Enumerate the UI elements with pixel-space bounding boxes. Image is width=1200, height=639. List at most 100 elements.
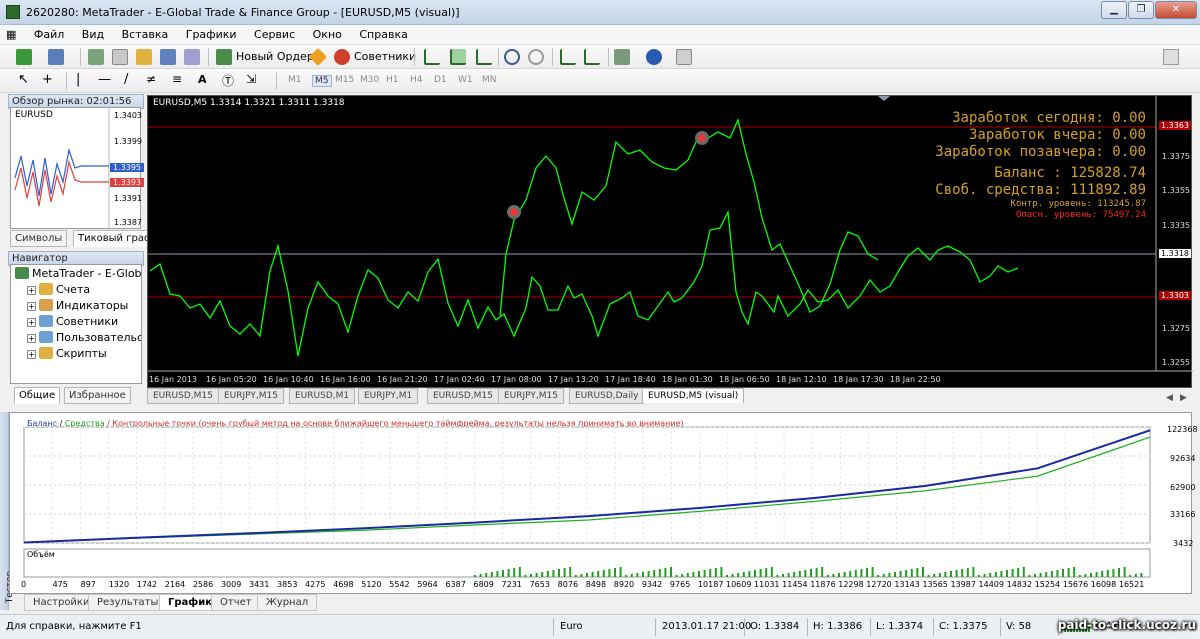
candle-chart-icon[interactable]	[450, 49, 466, 65]
volume-bar	[502, 570, 504, 577]
menu-help[interactable]: Справка	[352, 25, 414, 44]
volume-bar	[894, 572, 896, 577]
time-tick: 16 Jan 21:20	[377, 375, 428, 384]
tabs-scroll-left-icon[interactable]: ◀	[1166, 393, 1173, 403]
tab-tick-chart[interactable]: Тиковый граф	[73, 230, 158, 247]
tf-h4[interactable]: H4	[410, 75, 423, 85]
fibonacci-icon[interactable]: ≡	[172, 72, 182, 86]
zoom-out-icon[interactable]	[528, 49, 544, 65]
horizontal-line-icon[interactable]: —	[98, 72, 111, 87]
volume-bar	[754, 570, 756, 577]
tab-report[interactable]: Отчет	[211, 594, 261, 611]
toolbar-options-icon[interactable]	[1163, 49, 1179, 65]
volume-bar	[625, 575, 628, 577]
bar-chart-icon[interactable]	[424, 49, 440, 65]
chart-tab[interactable]: EURJPY,M15	[218, 388, 284, 404]
new-chart-icon[interactable]	[16, 49, 32, 65]
tick-price-bid: 1.3395	[110, 163, 144, 172]
tf-w1[interactable]: W1	[458, 75, 473, 85]
menu-insert[interactable]: Вставка	[115, 25, 176, 44]
tester-graph-svg	[23, 426, 1151, 578]
chart-tab[interactable]: EURUSD,M15	[427, 388, 499, 404]
chart-tab[interactable]: EURUSD,M5 (visual)	[642, 388, 745, 403]
tab-common[interactable]: Общие	[14, 387, 61, 404]
text-label-icon[interactable]: Ⓣ	[222, 72, 234, 89]
volume-bar	[726, 575, 728, 577]
tf-mn[interactable]: MN	[482, 75, 497, 85]
tester-x-tick: 16098	[1090, 580, 1117, 589]
tabs-scroll-right-icon[interactable]: ▶	[1180, 393, 1187, 403]
templates-icon[interactable]	[676, 49, 692, 65]
chart-tab[interactable]: EURUSD,M15	[147, 388, 219, 404]
tf-d1[interactable]: D1	[434, 75, 447, 85]
tab-symbols[interactable]: Символы	[10, 230, 68, 247]
tester-side-bar[interactable]: Тестер	[0, 412, 15, 610]
advisors-button[interactable]: Советники	[354, 50, 416, 63]
navigator-accounts[interactable]: + Счета	[27, 283, 90, 296]
menu-charts[interactable]: Графики	[179, 25, 244, 44]
arrow-icon[interactable]: ⇲	[246, 72, 256, 86]
price-tick-6: 1.3255	[1162, 358, 1190, 367]
zoom-in-icon[interactable]	[504, 49, 520, 65]
tab-results[interactable]: Результаты	[88, 594, 168, 611]
navigator-custom[interactable]: +Пользовательские	[27, 331, 141, 344]
new-order-icon[interactable]	[216, 49, 232, 65]
window-title: 2620280: MetaTrader - E-Global Trade & F…	[26, 6, 460, 19]
tf-m30[interactable]: M30	[360, 75, 379, 85]
profiles-icon[interactable]	[48, 49, 64, 65]
chart-tab[interactable]: EURJPY,M1	[358, 388, 419, 404]
volume-bar	[899, 571, 902, 577]
chart-tab[interactable]: EURUSD,Daily	[569, 388, 645, 404]
chart-tab[interactable]: EURUSD,M1	[289, 388, 356, 404]
tester-x-tick: 6387	[445, 580, 466, 589]
terminal-icon[interactable]	[160, 49, 176, 65]
volume-bar	[938, 573, 941, 577]
auto-scroll-icon[interactable]	[560, 49, 576, 65]
indicators-icon[interactable]	[614, 49, 630, 65]
vertical-line-icon[interactable]: |	[76, 72, 80, 87]
crosshair-icon[interactable]: +	[42, 72, 53, 87]
volume-bar	[636, 573, 639, 577]
market-watch-icon[interactable]	[88, 49, 104, 65]
trend-line-icon[interactable]: /	[124, 72, 128, 87]
minimize-button[interactable]: ▁	[1101, 1, 1127, 19]
volume-bar	[670, 567, 672, 577]
cursor-icon[interactable]: ↖	[18, 72, 29, 87]
time-tick: 18 Jan 01:30	[662, 375, 713, 384]
tf-m5[interactable]: M5	[312, 75, 332, 87]
navigator-root[interactable]: MetaTrader - E-Global T	[15, 267, 141, 280]
menu-tools[interactable]: Сервис	[247, 25, 302, 44]
tab-journal[interactable]: Журнал	[257, 594, 318, 611]
time-tick: 18 Jan 12:10	[776, 375, 827, 384]
new-order-button[interactable]: Новый Ордер	[236, 50, 314, 63]
navigator-icon[interactable]	[136, 49, 152, 65]
chart-tab[interactable]: EURJPY,M15	[498, 388, 564, 404]
tf-h1[interactable]: H1	[386, 75, 399, 85]
volume-bar	[591, 572, 594, 577]
channel-icon[interactable]: ≠	[146, 72, 156, 86]
chart-shift-icon[interactable]	[584, 49, 600, 65]
maximize-button[interactable]: ❐	[1128, 1, 1154, 19]
tester-icon[interactable]	[184, 49, 200, 65]
price-chart[interactable]: EURUSD,M5 1.3314 1.3321 1.3311 1.3318 За…	[147, 95, 1193, 388]
tf-m15[interactable]: M15	[335, 75, 354, 85]
advisors-icon[interactable]	[334, 49, 350, 65]
navigator-scripts[interactable]: + Скрипты	[27, 347, 107, 360]
title-bar[interactable]: 2620280: MetaTrader - E-Global Trade & F…	[0, 0, 1200, 25]
tab-favorites[interactable]: Избранное	[64, 387, 131, 404]
line-chart-icon[interactable]	[476, 49, 492, 65]
menu-window[interactable]: Окно	[306, 25, 349, 44]
navigator-indicators[interactable]: + Индикаторы	[27, 299, 128, 312]
volume-bar	[922, 567, 924, 577]
app-icon	[6, 5, 20, 19]
volume-bar	[810, 569, 812, 577]
menu-view[interactable]: Вид	[75, 25, 111, 44]
tf-m1[interactable]: M1	[288, 75, 302, 85]
text-icon[interactable]: A	[198, 73, 207, 86]
tester-x-tick: 5542	[389, 580, 410, 589]
close-button[interactable]: ✕	[1155, 1, 1197, 19]
navigator-advisors[interactable]: + Советники	[27, 315, 118, 328]
periods-icon[interactable]	[646, 49, 662, 65]
data-window-icon[interactable]	[112, 49, 128, 65]
menu-file[interactable]: Файл	[27, 25, 71, 44]
